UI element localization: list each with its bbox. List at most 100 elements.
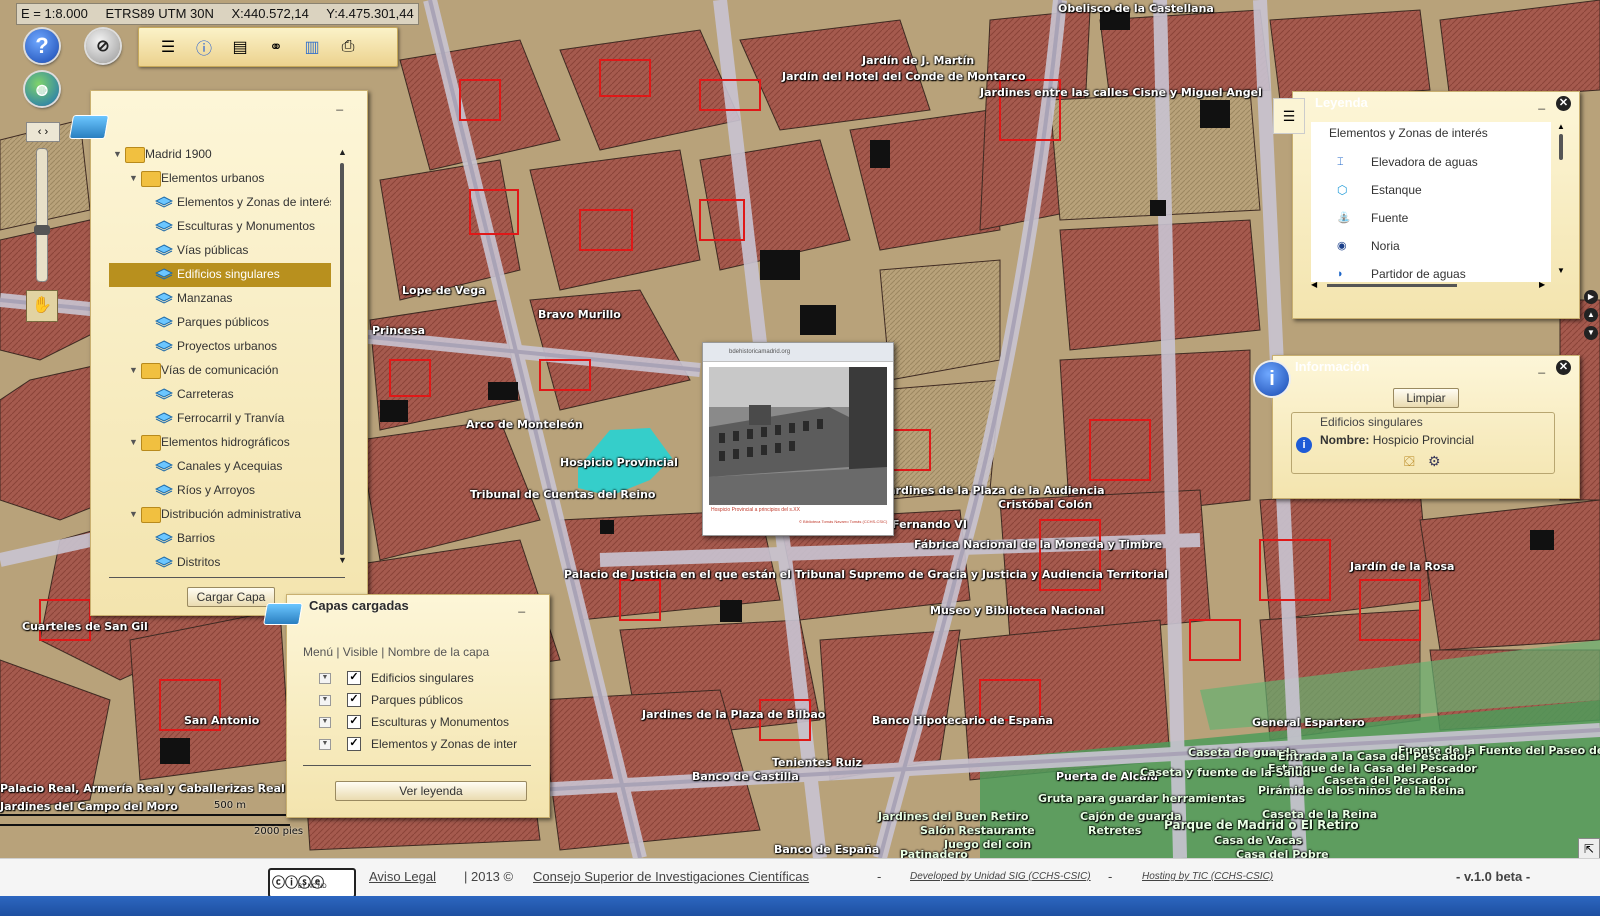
tree-layer-item[interactable]: Esculturas y Monumentos [109,215,331,239]
next-icon[interactable]: ▶ [1584,290,1598,304]
tree-layer-item[interactable]: Manzanas [109,287,331,311]
pan-arrows[interactable]: ‹ › [26,122,60,142]
layer-stack-icon [155,556,173,568]
waterwheel-icon: ◉ [1337,240,1347,252]
close-button[interactable]: ✕ [1556,96,1571,111]
separator: - [1108,869,1113,884]
year-text: | 2013 © [464,869,514,884]
minimize-button[interactable]: _ [1538,360,1545,374]
load-layer-button[interactable]: Cargar Capa [187,587,275,607]
visible-checkbox[interactable]: ✓ [347,737,361,751]
tree-scrollbar[interactable] [340,163,344,555]
version-text: - v.1.0 beta - [1456,869,1531,884]
tree-layer-item[interactable]: Barrios [109,527,331,551]
info-icon: ⓘ [195,41,212,58]
tree-layer-item[interactable]: Ríos y Arroyos [109,479,331,503]
legend-section: Elementos y Zonas de interés [1329,126,1488,140]
loaded-layer-name: Parques públicos [371,693,464,707]
tree-group[interactable]: ▼ Elementos urbanos [109,167,331,191]
map-label: Caseta de la Reina [1262,808,1378,821]
scale-label-meters: 500 m [214,800,247,811]
zoom-to-icon[interactable]: ⚙ [1428,453,1441,470]
visible-checkbox[interactable]: ✓ [347,693,361,707]
visible-checkbox[interactable]: ✓ [347,715,361,729]
layer-menu-button[interactable]: ▼ [319,739,331,750]
layer-menu-button[interactable]: ▼ [319,673,331,684]
scroll-up-arrow[interactable]: ▲ [338,147,347,157]
book-tool[interactable]: ▥ [301,36,323,58]
tree-group-label: Distribución administrativa [161,507,302,521]
layer-menu-button[interactable]: ▼ [319,695,331,706]
help-button[interactable]: ? [25,29,59,63]
tree-layer-item[interactable]: Vías públicas [109,239,331,263]
csic-link[interactable]: Consejo Superior de Investigaciones Cien… [533,869,809,884]
zoom-slider[interactable] [34,148,50,282]
tree-layer-item[interactable]: Carreteras [109,383,331,407]
close-button[interactable]: ✕ [1556,360,1571,375]
measure-tool[interactable]: ▤ [229,36,251,58]
taskbar [0,896,1600,916]
layer-list-tool[interactable]: ☰ [157,36,179,58]
minimize-button[interactable]: _ [1538,96,1545,110]
info-result: Edificios singulares i Nombre: Hospicio … [1291,412,1555,474]
tree-layer-label: Ferrocarril y Tranvía [177,411,285,425]
tree-layer-item[interactable]: Proyectos urbanos [109,335,331,359]
world-view-button[interactable]: ◍ [25,72,59,106]
visible-checkbox[interactable]: ✓ [347,671,361,685]
pan-hand-button[interactable]: ✋ [26,290,58,322]
minimize-button[interactable]: _ [518,599,525,613]
hosting-link[interactable]: Hosting by TIC (CCHS-CSIC) [1142,871,1273,882]
globe-toggle-button[interactable]: ⊘ [86,29,120,63]
layer-stack-icon [155,460,173,472]
map-label: Cajón de guarda [1080,810,1182,823]
tree-group[interactable]: ▼ Vías de comunicación [109,359,331,383]
cc-license-badge[interactable]: ⓒⓘⓢⓔ BY NC ND [268,868,356,898]
list-icon: ☰ [160,39,176,56]
tree-layer-item[interactable]: Ferrocarril y Tranvía [109,407,331,431]
up-icon[interactable]: ▲ [1584,308,1598,322]
zoom-thumb[interactable] [34,225,50,235]
fountain-icon: ⛲ [1337,212,1351,224]
tree-group[interactable]: ▼ Elementos hidrográficos [109,431,331,455]
scroll-up-arrow[interactable]: ▲ [1557,122,1565,131]
scroll-down-arrow[interactable]: ▼ [1557,266,1565,275]
map-label: General Espartero [1252,716,1365,729]
photo-popup[interactable]: bdehistoricamadrid.org Hospicio Provinci… [702,342,894,536]
print-tool[interactable]: ⎙ [337,36,359,58]
developed-link[interactable]: Developed by Unidad SIG (CCHS-CSIC) [910,871,1091,882]
footer: ⓒⓘⓢⓔ BY NC ND Aviso Legal | 2013 © Conse… [0,858,1600,898]
tree-layer-item[interactable]: Parques públicos [109,311,331,335]
scroll-left-arrow[interactable]: ◀ [1311,280,1317,289]
map-label: Jardines de la Plaza de la Audiencia [884,484,1105,497]
loaded-layer-row: ▼ ✓ Parques públicos [319,689,529,711]
down-icon[interactable]: ▼ [1584,326,1598,340]
tree-layer-label: Distritos [177,555,221,569]
tree-layer-item[interactable]: Distritos [109,551,331,575]
scroll-down-arrow[interactable]: ▼ [338,555,347,565]
tree-layer-item[interactable]: Elementos y Zonas de interés [109,191,331,215]
legend-scrollbar[interactable] [1559,134,1563,160]
tree-group[interactable]: ▼ Distribución administrativa [109,503,331,527]
layer-menu-button[interactable]: ▼ [319,717,331,728]
map-label: Banco Hipotecario de España [872,714,1053,727]
clear-button[interactable]: Limpiar [1393,388,1459,408]
tree-layer-item-selected[interactable]: Edificios singulares [109,263,331,287]
resize-corner-icon[interactable]: ⇱ [1578,838,1600,860]
tree-layer-label: Ríos y Arroyos [177,483,256,497]
loaded-layers-panel: Capas cargadas _ Menú | Visible | Nombre… [263,594,550,818]
info-tool[interactable]: ⓘ [193,36,215,58]
legend-hscrollbar[interactable] [1327,284,1457,287]
expand-arrow-icon: ▼ [129,437,138,447]
tree-layer-item[interactable]: Canales y Acequias [109,455,331,479]
tree-layer-label: Manzanas [177,291,233,305]
legal-link[interactable]: Aviso Legal [369,869,436,884]
tree-layer-label: Barrios [177,531,216,545]
camera-icon[interactable]: ⛋ [1404,453,1415,470]
view-legend-button[interactable]: Ver leyenda [335,781,527,801]
tree-root[interactable]: ▼ Madrid 1900 [109,143,331,167]
folder-icon [141,435,161,451]
map-label: Jardín del Hotel del Conde de Montarco [782,70,1026,83]
minimize-button[interactable]: _ [336,97,343,111]
scroll-right-arrow[interactable]: ▶ [1539,280,1545,289]
find-tool[interactable]: ⚭ [265,36,287,58]
